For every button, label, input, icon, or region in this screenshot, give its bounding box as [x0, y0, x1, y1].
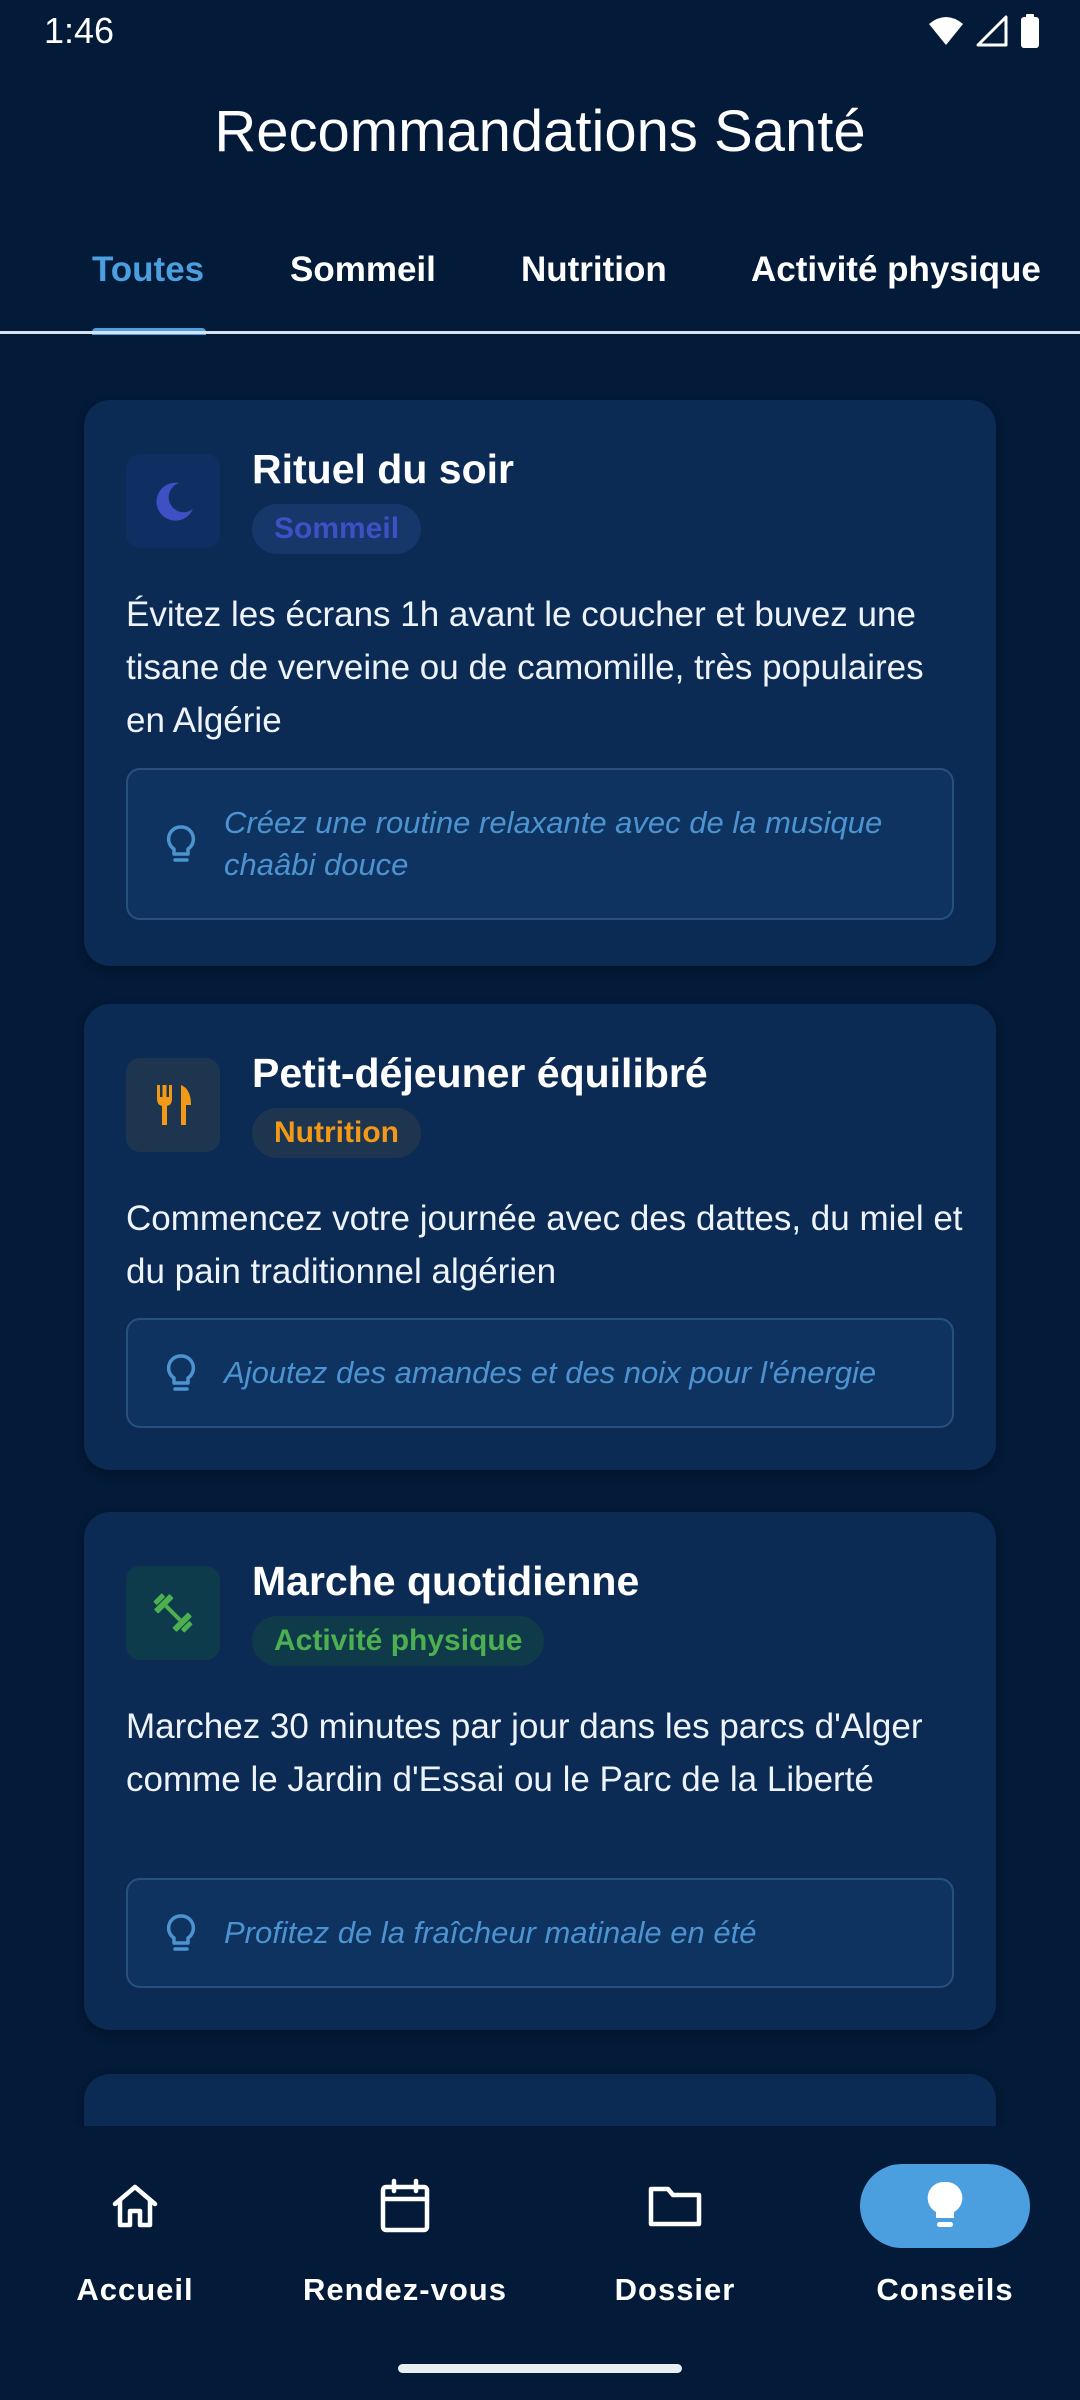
nav-label: Conseils — [876, 2272, 1014, 2307]
nav-dossier[interactable]: Dossier — [540, 2164, 810, 2324]
recommendation-card[interactable]: Marche quotidienne Activité physique Mar… — [84, 1512, 996, 2030]
nav-pill — [320, 2164, 490, 2248]
tip-text: Ajoutez des amandes et des noix pour l'é… — [224, 1355, 877, 1390]
home-icon — [112, 2184, 158, 2228]
card-description: Marchez 30 minutes par jour dans les par… — [126, 1707, 923, 1799]
status-bar: 1:46 — [0, 0, 1080, 62]
card-description: Évitez les écrans 1h avant le coucher et… — [126, 595, 924, 740]
tab-activite-physique[interactable]: Activité physique — [751, 250, 1041, 290]
card-icon-box — [126, 1058, 220, 1152]
lightbulb-icon — [166, 825, 196, 862]
tip-text: Créez une routine relaxante avec de la m… — [224, 805, 883, 882]
category-badge: Activité physique — [252, 1616, 545, 1666]
dumbbell-icon — [153, 1593, 193, 1633]
lightbulb-icon — [166, 1914, 196, 1951]
nav-conseils[interactable]: Conseils — [810, 2164, 1080, 2324]
card-tip: Profitez de la fraîcheur matinale en été — [126, 1878, 954, 1988]
battery-icon — [1021, 14, 1039, 48]
card-title: Rituel du soir — [252, 446, 514, 492]
lightbulb-icon — [927, 2181, 963, 2227]
home-gesture-handle[interactable] — [398, 2364, 682, 2373]
category-tabs: Toutes Sommeil Nutrition Activité physiq… — [0, 232, 1080, 335]
lightbulb-icon — [166, 1354, 196, 1391]
nav-rendez-vous[interactable]: Rendez-vous — [270, 2164, 540, 2324]
nav-accueil[interactable]: Accueil — [0, 2164, 270, 2324]
nav-label: Accueil — [76, 2272, 194, 2307]
nav-pill — [590, 2164, 760, 2248]
folder-icon — [648, 2186, 702, 2227]
tip-text: Profitez de la fraîcheur matinale en été — [224, 1915, 757, 1950]
page-title: Recommandations Santé — [214, 99, 866, 164]
recommendations-list[interactable]: Rituel du soir Sommeil Évitez les écrans… — [0, 334, 1080, 2126]
nav-label: Rendez-vous — [303, 2272, 507, 2307]
app-screen: 1:46 Recommandations Santé Toutes Sommei… — [0, 0, 1080, 2400]
tab-nutrition[interactable]: Nutrition — [521, 250, 667, 290]
tab-sommeil[interactable]: Sommeil — [290, 250, 436, 290]
tab-toutes[interactable]: Toutes — [92, 250, 204, 290]
recommendation-card[interactable] — [84, 2074, 996, 2126]
calendar-icon — [380, 2178, 430, 2233]
wifi-icon — [929, 17, 963, 45]
nav-label: Dossier — [614, 2272, 736, 2307]
status-icons — [928, 14, 1040, 48]
card-icon-box — [126, 1566, 220, 1660]
signal-icon — [976, 15, 1008, 47]
card-icon-box — [126, 454, 220, 548]
moon-icon — [156, 482, 193, 521]
card-description: Commencez votre journée avec des dattes,… — [126, 1199, 963, 1291]
category-badge: Sommeil — [252, 504, 422, 554]
fork-knife-icon — [157, 1085, 191, 1125]
nav-pill-active — [860, 2164, 1030, 2248]
card-tip: Créez une routine relaxante avec de la m… — [126, 768, 954, 920]
recommendation-card[interactable]: Petit-déjeuner équilibré Nutrition Comme… — [84, 1004, 996, 1470]
status-time: 1:46 — [44, 10, 115, 51]
recommendation-card[interactable]: Rituel du soir Sommeil Évitez les écrans… — [84, 400, 996, 966]
card-title: Petit-déjeuner équilibré — [252, 1050, 708, 1096]
bottom-navigation: Accueil Rendez-vous Dossier Conseils — [0, 2126, 1080, 2400]
category-badge: Nutrition — [252, 1108, 421, 1158]
card-title: Marche quotidienne — [252, 1558, 640, 1604]
nav-pill — [50, 2164, 220, 2248]
card-tip: Ajoutez des amandes et des noix pour l'é… — [126, 1318, 954, 1428]
